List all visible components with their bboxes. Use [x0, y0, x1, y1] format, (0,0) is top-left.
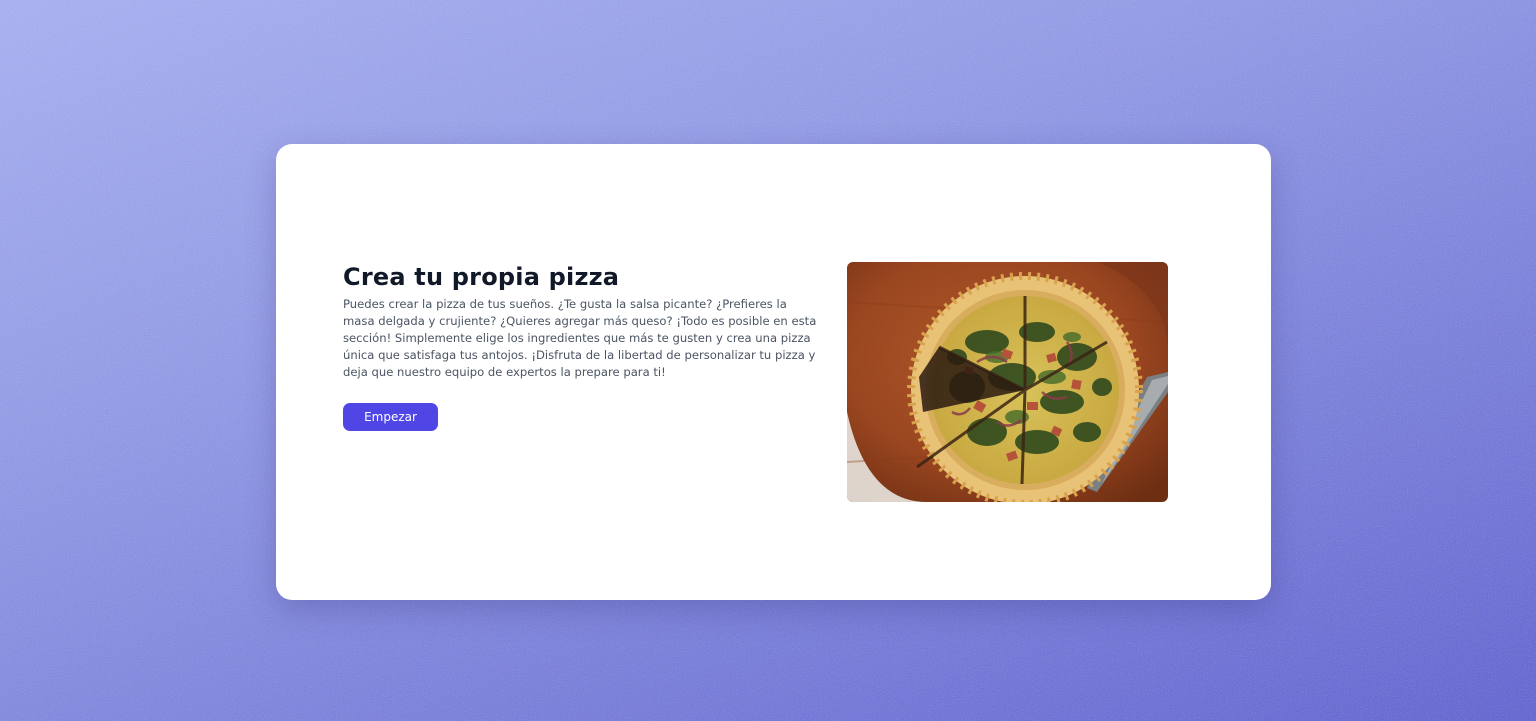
- start-button[interactable]: Empezar: [343, 403, 438, 431]
- hero-content: Crea tu propia pizza Puedes crear la piz…: [343, 262, 821, 431]
- hero-title: Crea tu propia pizza: [343, 263, 620, 291]
- hero-card: Crea tu propia pizza Puedes crear la piz…: [276, 144, 1271, 600]
- pizza-image: [847, 262, 1168, 502]
- hero-description: Puedes crear la pizza de tus sueños. ¿Te…: [343, 297, 817, 379]
